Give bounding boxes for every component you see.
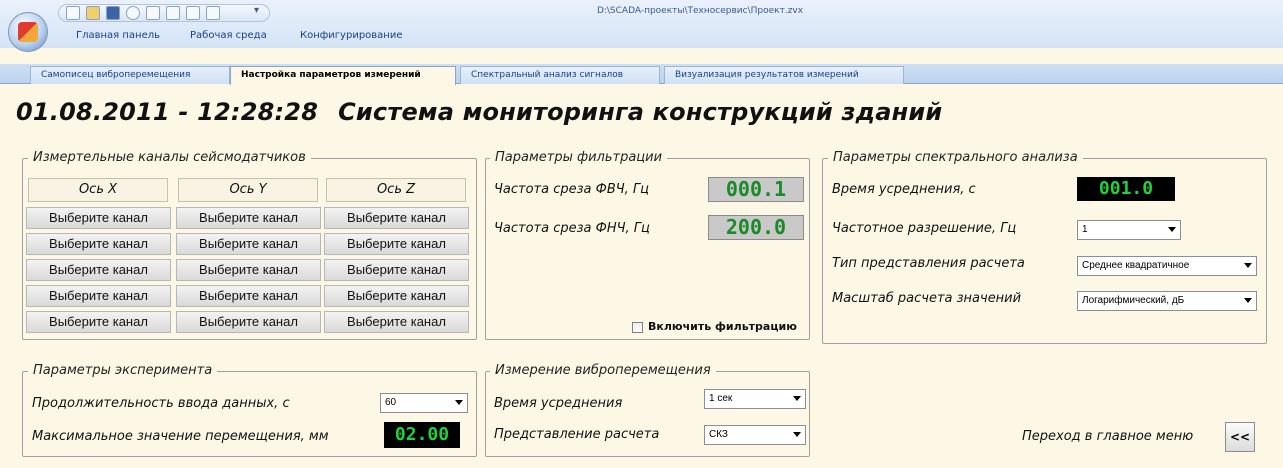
spectral-legend: Параметры спектрального анализа bbox=[828, 150, 1083, 165]
new-file-icon[interactable] bbox=[66, 6, 80, 20]
axis-x-header: Ось X bbox=[28, 178, 168, 202]
select-channel-y-1-button[interactable]: Выберите канал bbox=[176, 207, 321, 229]
hpf-label: Частота среза ФВЧ, Гц bbox=[494, 182, 650, 197]
system-title: Система мониторинга конструкций зданий bbox=[338, 98, 943, 126]
resolution-select[interactable]: 1 bbox=[1077, 220, 1181, 240]
enable-filter-checkbox[interactable] bbox=[632, 322, 643, 333]
select-channel-z-1-button[interactable]: Выберите канал bbox=[324, 207, 469, 229]
chevron-down-icon bbox=[1244, 298, 1252, 303]
calc-type-select[interactable]: Среднее квадратичное bbox=[1077, 256, 1257, 276]
select-channel-y-4-button[interactable]: Выберите канал bbox=[176, 285, 321, 307]
lpf-value[interactable]: 200.0 bbox=[708, 215, 804, 240]
axis-z-header: Ось Z bbox=[326, 178, 466, 202]
chevron-down-icon bbox=[1168, 227, 1176, 232]
duration-select[interactable]: 60 bbox=[380, 393, 468, 413]
select-channel-y-3-button[interactable]: Выберите канал bbox=[176, 259, 321, 281]
chevron-down-icon bbox=[1244, 263, 1252, 268]
calc-type-value: Среднее квадратичное bbox=[1082, 260, 1190, 271]
select-channel-z-2-button[interactable]: Выберите канал bbox=[324, 233, 469, 255]
duration-value: 60 bbox=[385, 397, 397, 408]
vibro-legend: Измерение виброперемещения bbox=[490, 363, 716, 378]
vibro-avg-value: 1 сек bbox=[709, 393, 733, 404]
resolution-value: 1 bbox=[1082, 224, 1088, 235]
tab-measurement-settings[interactable]: Настройка параметров измерений bbox=[230, 66, 456, 85]
lpf-label: Частота среза ФНЧ, Гц bbox=[494, 221, 650, 236]
vibro-avg-select[interactable]: 1 сек bbox=[704, 389, 806, 409]
menu-main-panel[interactable]: Главная панель bbox=[76, 30, 160, 41]
scale-value: Логарифмический, дБ bbox=[1082, 295, 1185, 306]
filter-legend: Параметры фильтрации bbox=[490, 150, 668, 165]
calc-type-label: Тип представления расчета bbox=[832, 256, 1025, 271]
back-to-main-button[interactable]: << bbox=[1225, 422, 1255, 452]
duration-label: Продолжительность ввода данных, с bbox=[32, 396, 290, 411]
chevron-down-icon bbox=[455, 400, 463, 405]
vibro-repr-value: СКЗ bbox=[709, 429, 728, 440]
chevron-down-icon bbox=[793, 396, 801, 401]
select-channel-x-5-button[interactable]: Выберите канал bbox=[26, 311, 171, 333]
spectral-avg-value[interactable]: 001.0 bbox=[1077, 177, 1175, 201]
main-menu-label: Переход в главное меню bbox=[1022, 429, 1194, 444]
vibro-repr-select[interactable]: СКЗ bbox=[704, 425, 806, 445]
open-folder-icon[interactable] bbox=[86, 6, 100, 20]
select-channel-z-3-button[interactable]: Выберите канал bbox=[324, 259, 469, 281]
grid-icon[interactable] bbox=[146, 6, 160, 20]
select-channel-x-2-button[interactable]: Выберите канал bbox=[26, 233, 171, 255]
settings-icon[interactable] bbox=[126, 6, 140, 20]
scale-label: Масштаб расчета значений bbox=[832, 291, 1022, 306]
enable-filter-label: Включить фильтрацию bbox=[648, 320, 797, 333]
resolution-label: Частотное разрешение, Гц bbox=[832, 221, 1017, 236]
max-displacement-value[interactable]: 02.00 bbox=[384, 422, 460, 448]
tab-vibro-recorder[interactable]: Самописец виброперемещения bbox=[30, 66, 230, 84]
list-icon[interactable] bbox=[206, 6, 220, 20]
chevron-down-icon bbox=[793, 432, 801, 437]
hpf-value[interactable]: 000.1 bbox=[708, 177, 804, 202]
select-channel-z-5-button[interactable]: Выберите канал bbox=[324, 311, 469, 333]
scale-select[interactable]: Логарифмический, дБ bbox=[1077, 291, 1257, 311]
select-channel-z-4-button[interactable]: Выберите канал bbox=[324, 285, 469, 307]
select-channel-y-2-button[interactable]: Выберите канал bbox=[176, 233, 321, 255]
app-menu-button[interactable] bbox=[8, 12, 48, 52]
copy-icon[interactable] bbox=[186, 6, 200, 20]
vibro-avg-label: Время усреднения bbox=[494, 396, 623, 411]
select-channel-y-5-button[interactable]: Выберите канал bbox=[176, 311, 321, 333]
axis-y-header: Ось Y bbox=[178, 178, 318, 202]
spectral-avg-label: Время усреднения, с bbox=[832, 182, 976, 197]
channels-legend: Измертельные каналы сейсмодатчиков bbox=[28, 150, 311, 165]
experiment-legend: Параметры эксперимента bbox=[28, 363, 218, 378]
select-channel-x-4-button[interactable]: Выберите канал bbox=[26, 285, 171, 307]
tab-results-visualization[interactable]: Визуализация результатов измерений bbox=[664, 66, 904, 84]
menu-configuration[interactable]: Конфигурирование bbox=[300, 30, 403, 41]
select-channel-x-3-button[interactable]: Выберите канал bbox=[26, 259, 171, 281]
table-icon[interactable] bbox=[166, 6, 180, 20]
tab-spectral-analysis[interactable]: Спектральный анализ сигналов bbox=[460, 66, 660, 84]
select-channel-x-1-button[interactable]: Выберите канал bbox=[26, 207, 171, 229]
app-logo-icon bbox=[18, 22, 38, 42]
datetime-label: 01.08.2011 - 12:28:28 bbox=[16, 98, 319, 126]
save-icon[interactable] bbox=[106, 6, 120, 20]
menu-workspace[interactable]: Рабочая среда bbox=[190, 30, 267, 41]
max-displacement-label: Максимальное значение перемещения, мм bbox=[32, 429, 329, 444]
window-title: D:\SCADA-проекты\Техносервис\Проект.zvx bbox=[596, 6, 804, 16]
qat-dropdown-icon[interactable]: ▾ bbox=[254, 5, 259, 16]
page-title: 01.08.2011 - 12:28:28 Система мониторинга… bbox=[16, 98, 942, 126]
vibro-repr-label: Представление расчета bbox=[494, 427, 660, 442]
